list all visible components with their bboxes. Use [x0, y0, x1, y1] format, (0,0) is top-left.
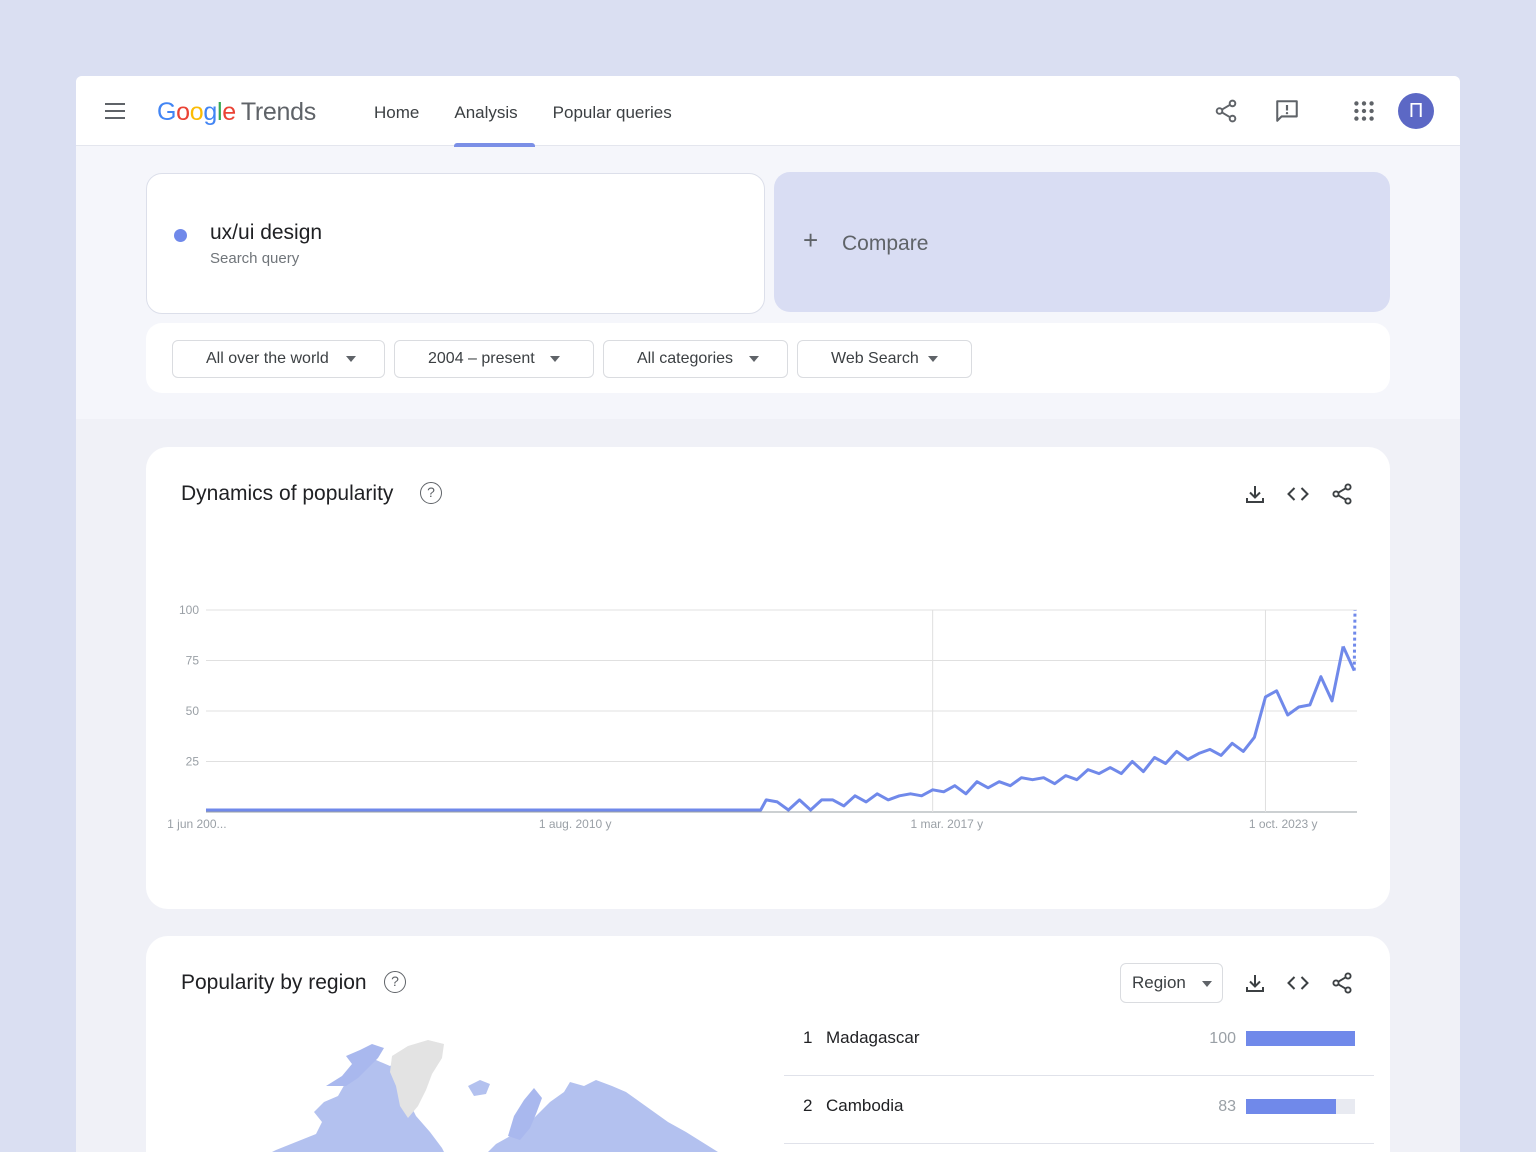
search-term-card[interactable]: ux/ui design Search query — [146, 173, 765, 314]
embed-code-icon[interactable] — [1286, 971, 1310, 995]
logo-product-name: Trends — [240, 98, 316, 126]
search-term-type: Search query — [210, 250, 300, 267]
region-rank: 1 — [803, 1028, 813, 1047]
search-term[interactable]: ux/ui design — [210, 221, 322, 245]
region-value: 100 — [1209, 1030, 1236, 1047]
y-tick-label: 75 — [186, 654, 200, 668]
caret-down-icon — [749, 356, 759, 362]
search-property-filter[interactable]: Web Search — [797, 340, 972, 378]
top-bar: Google Trends Home Analysis Popular queri… — [76, 76, 1460, 147]
region-value: 83 — [1218, 1098, 1236, 1115]
caret-down-icon — [346, 356, 356, 362]
region-rank: 2 — [803, 1096, 813, 1115]
category-filter[interactable]: All categories — [603, 340, 788, 378]
series-line-segment — [1341, 645, 1356, 672]
download-icon[interactable] — [1243, 971, 1267, 995]
y-tick-label: 50 — [186, 704, 200, 718]
x-tick-label: 1 jun 200... — [167, 817, 226, 831]
app-window: Google Trends Home Analysis Popular queri… — [76, 76, 1460, 1152]
caret-down-icon — [550, 356, 560, 362]
region-name: Cambodia — [826, 1096, 904, 1115]
region-bar — [1246, 1031, 1355, 1046]
filter-bar: All over the world 2004 – present All ca… — [146, 323, 1390, 393]
nav-analysis[interactable]: Analysis — [454, 76, 535, 147]
nav-popular-queries[interactable]: Popular queries — [553, 76, 689, 146]
region-name: Madagascar — [826, 1028, 920, 1047]
interest-by-region-card: Popularity by region ? Region 1 Madagasc… — [146, 936, 1390, 1152]
google-trends-logo[interactable]: Google Trends — [157, 98, 316, 127]
x-tick-label: 1 mar. 2017 y — [910, 817, 983, 831]
share-icon[interactable] — [1213, 98, 1239, 124]
y-tick-label: 100 — [179, 603, 199, 617]
compare-button[interactable]: + Compare — [774, 172, 1390, 312]
menu-icon[interactable] — [104, 103, 126, 119]
term-color-dot — [174, 229, 187, 242]
location-filter[interactable]: All over the world — [172, 340, 385, 378]
region-bar — [1246, 1099, 1337, 1114]
plus-icon: + — [803, 225, 819, 255]
trend-line-chart[interactable]: 100 75 50 25 1 jun 200... 1 aug. 2010 y 1 mar.… — [146, 447, 1390, 909]
compare-label: Compare — [842, 232, 929, 255]
x-tick-label: 1 aug. 2010 y — [539, 817, 612, 831]
region-row[interactable]: 1 Madagascar 100 — [784, 1008, 1374, 1076]
partial-data-segment — [1352, 609, 1357, 671]
region-view-select[interactable]: Region — [1120, 963, 1223, 1003]
apps-grid-icon[interactable] — [1351, 98, 1377, 124]
region-bar-track — [1246, 1099, 1355, 1114]
region-row[interactable]: 2 Cambodia 83 — [784, 1076, 1374, 1144]
y-tick-label: 25 — [186, 755, 200, 769]
caret-down-icon — [928, 356, 938, 362]
interest-over-time-card: Dynamics of popularity ? 100 75 50 25 1 jun … — [146, 447, 1390, 909]
location-filter-label: All over the world — [206, 350, 329, 367]
region-bar-track — [1246, 1031, 1355, 1046]
x-tick-label: 1 oct. 2023 y — [1249, 817, 1318, 831]
category-label: All categories — [637, 350, 734, 367]
caret-down-icon — [1202, 981, 1212, 987]
time-range-filter[interactable]: 2004 – present — [394, 340, 594, 378]
share-icon[interactable] — [1330, 971, 1354, 995]
world-map[interactable] — [146, 936, 766, 1152]
main-nav: Home Analysis Popular queries — [374, 76, 707, 147]
series-line — [206, 646, 1345, 812]
time-range-label: 2004 – present — [428, 350, 535, 367]
search-property-label: Web Search — [831, 350, 919, 367]
map-region-iceland — [468, 1080, 490, 1096]
feedback-icon[interactable] — [1274, 98, 1300, 124]
account-avatar[interactable]: П — [1398, 93, 1434, 129]
nav-home[interactable]: Home — [374, 76, 436, 146]
region-view-label: Region — [1132, 973, 1186, 992]
